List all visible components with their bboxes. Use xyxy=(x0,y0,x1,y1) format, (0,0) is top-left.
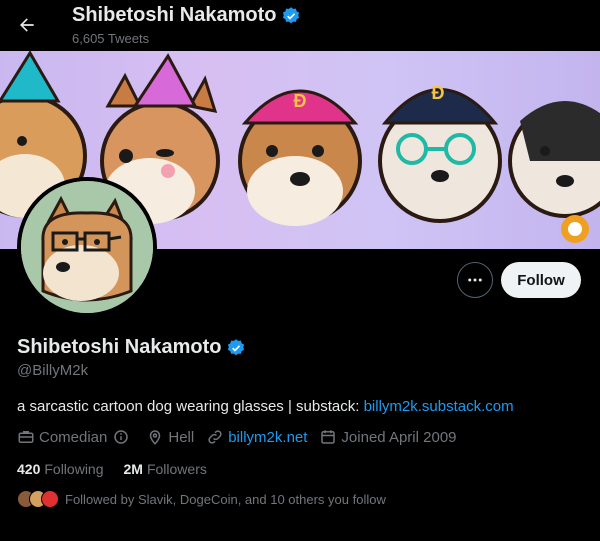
bio-text: a sarcastic cartoon dog wearing glasses … xyxy=(17,398,364,415)
profile-header: Shibetoshi Nakamoto 6,605 Tweets xyxy=(0,0,600,51)
follow-button[interactable]: Follow xyxy=(501,262,581,298)
followers-count-link[interactable]: 2M Followers xyxy=(124,461,207,477)
back-arrow-icon xyxy=(20,18,34,32)
category-item: Comedian xyxy=(17,428,134,446)
profile-name: Shibetoshi Nakamoto xyxy=(17,336,246,359)
banner-doge-navy-cap: Ð xyxy=(378,83,502,223)
profile-meta: Comedian Hell billym2k.net Joined April … xyxy=(17,428,469,446)
profile-bio: a sarcastic cartoon dog wearing glasses … xyxy=(17,398,514,415)
link-icon xyxy=(208,430,222,444)
joined-text: Joined April 2009 xyxy=(341,428,457,446)
verified-badge-icon[interactable] xyxy=(226,338,246,358)
avatar-image xyxy=(21,181,153,313)
category-text: Comedian xyxy=(39,428,108,446)
more-icon xyxy=(468,278,482,282)
tweet-count: 6,605 Tweets xyxy=(72,31,150,46)
svg-text:Ð: Ð xyxy=(294,91,307,111)
website-item: billym2k.net xyxy=(206,428,307,446)
following-value: 420 xyxy=(17,461,41,477)
banner-doge-black xyxy=(508,101,600,243)
profile-avatar[interactable] xyxy=(17,177,157,317)
profile-name-text: Shibetoshi Nakamoto xyxy=(17,336,222,358)
info-icon[interactable] xyxy=(112,428,130,446)
website-link[interactable]: billym2k.net xyxy=(228,429,307,446)
follower-avatar xyxy=(41,490,59,508)
more-options-button[interactable] xyxy=(457,262,493,298)
followed-by-link[interactable]: Followed by Slavik, DogeCoin, and 10 oth… xyxy=(17,490,386,508)
header-title: Shibetoshi Nakamoto xyxy=(72,4,301,27)
location-item: Hell xyxy=(146,428,194,446)
location-pin-icon xyxy=(150,430,161,445)
calendar-icon xyxy=(321,430,336,444)
briefcase-icon xyxy=(18,431,34,443)
joined-item: Joined April 2009 xyxy=(319,428,457,446)
follow-counts: 420 Following 2M Followers xyxy=(17,461,227,477)
followed-by-avatars xyxy=(17,490,59,508)
verified-badge-icon xyxy=(283,6,300,23)
banner-doge-pink-cap: Ð xyxy=(238,89,362,226)
following-label: Following xyxy=(44,461,104,477)
profile-handle: @BillyM2k xyxy=(17,362,89,379)
back-button[interactable] xyxy=(10,8,44,42)
following-count-link[interactable]: 420 Following xyxy=(17,461,104,477)
followers-label: Followers xyxy=(146,461,207,477)
location-text: Hell xyxy=(168,428,195,446)
header-name-text: Shibetoshi Nakamoto xyxy=(72,4,277,26)
svg-text:Ð: Ð xyxy=(432,83,445,103)
followed-by-text: Followed by Slavik, DogeCoin, and 10 oth… xyxy=(65,491,386,507)
bio-substack-link[interactable]: billym2k.substack.com xyxy=(364,398,514,415)
followers-value: 2M xyxy=(123,461,143,477)
